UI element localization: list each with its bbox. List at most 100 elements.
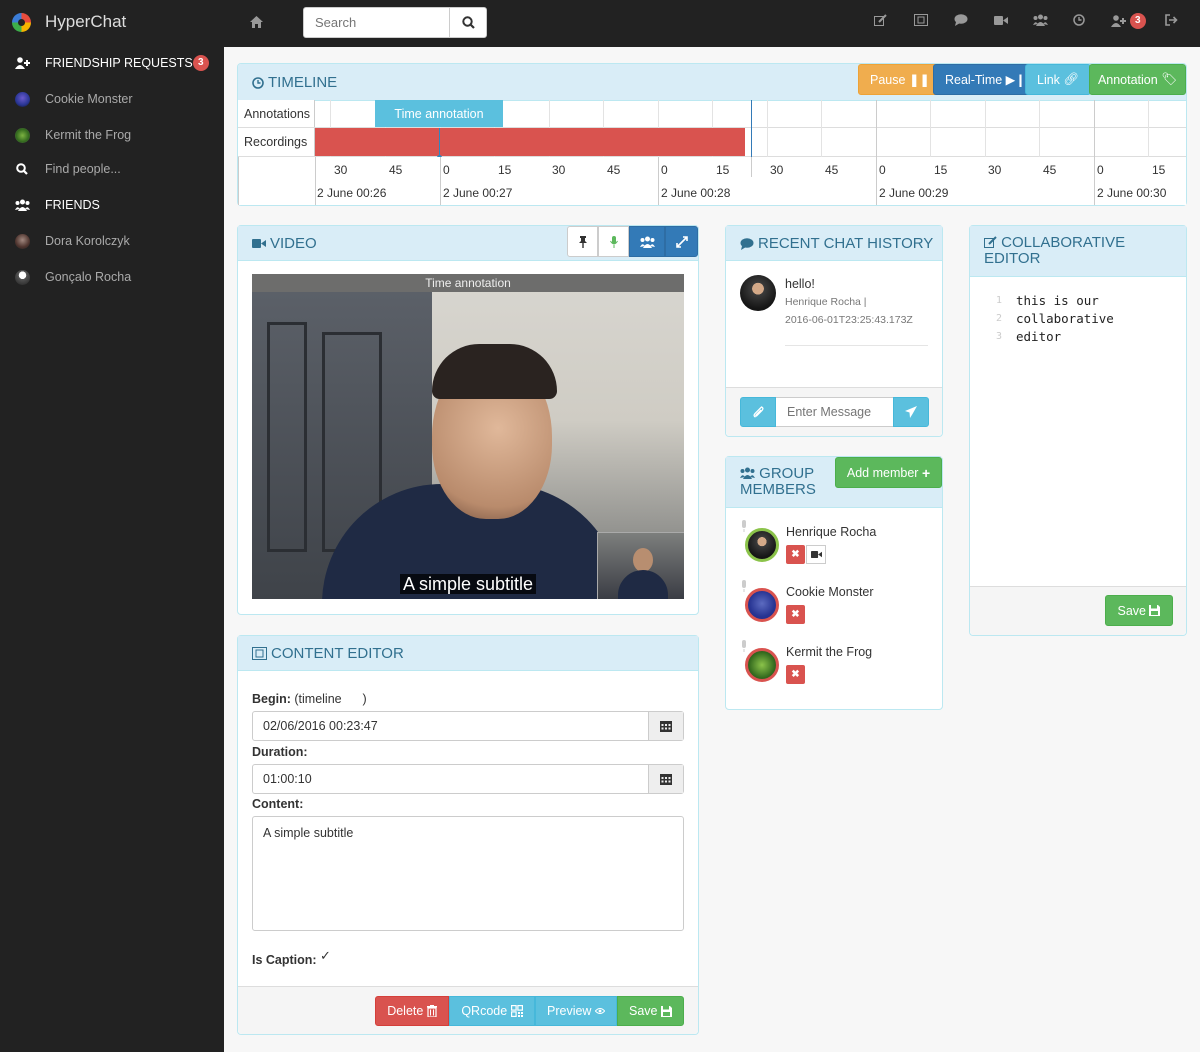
tick-label: 15 [934,163,948,177]
chat-header: RECENT CHAT HISTORY [726,226,942,261]
video-header: VIDEO [238,226,698,261]
add-member-button[interactable]: Add member + [835,457,942,488]
tick-label: 45 [825,163,839,177]
pin-button[interactable] [567,226,598,257]
realtime-button[interactable]: Real-Time ▶❙ [933,64,1038,95]
requests-badge: 3 [193,55,209,71]
link-icon: 🔗︎ [1063,72,1080,86]
preview-button[interactable]: Preview [535,996,617,1026]
pause-button[interactable]: Pause ❚❚ [858,64,942,95]
pause-icon: ❚❚ [908,73,930,87]
timeline-title: TIMELINE [268,74,338,91]
tick-label: 15 [498,163,512,177]
collab-editor-header: COLLABORATIVE EDITOR [970,226,1186,277]
annotation-button[interactable]: Annotation 🏷︎ [1089,64,1186,95]
calendar-button[interactable] [648,765,683,793]
is-caption-checkbox[interactable]: ✓ [320,948,331,964]
sidebar-item-label: Find people... [45,162,121,176]
content-editor-header: CONTENT EDITOR [238,636,698,671]
fullscreen-button[interactable] [665,226,698,257]
chat-input-group [740,397,929,427]
avatar [745,588,779,622]
sidebar-friendship-requests[interactable]: FRIENDSHIP REQUESTS 3 [0,51,224,75]
clock-icon[interactable] [1073,14,1085,29]
remove-member-button[interactable]: ✖ [786,665,805,684]
screen-icon[interactable] [914,14,928,29]
add-user-icon [1111,15,1126,27]
video-camera-icon[interactable] [994,14,1008,29]
video-subtitle: A simple subtitle [399,574,537,594]
avatar [14,127,30,143]
is-caption-label: Is Caption: [252,953,317,967]
microphone-button[interactable] [598,226,629,257]
sidebar-item-label: Cookie Monster [45,92,133,106]
duration-input[interactable]: 01:00:10 [253,765,648,793]
duration-field[interactable]: 01:00:10 [252,764,684,794]
video-camera-icon [252,239,266,248]
content-label: Content: [252,797,304,811]
friend-requests-nav[interactable]: 3 [1111,13,1146,29]
begin-input[interactable]: 02/06/2016 00:23:47 [253,712,648,740]
participants-button[interactable] [629,226,665,257]
remove-member-button[interactable]: ✖ [786,545,805,564]
sidebar-item-dora[interactable]: Dora Korolczyk [0,229,224,253]
tick-label: 15 [716,163,730,177]
avatar [14,269,30,285]
microphone-icon [740,640,748,655]
day-label: 2 June 00:27 [443,186,513,200]
begin-field[interactable]: 02/06/2016 00:23:47 [252,711,684,741]
content-textarea[interactable]: A simple subtitle [252,816,684,931]
line-number: 2 [995,313,1002,324]
content-actions: Delete QRcode Preview Save [375,996,684,1026]
attach-button[interactable] [740,397,776,427]
video-stream[interactable]: Time annotation A simple subtitle [252,274,684,599]
send-button[interactable] [893,397,929,427]
chat-message-input[interactable] [776,397,893,427]
close-icon: ✖ [791,609,800,620]
sidebar-item-goncalo[interactable]: Gonçalo Rocha [0,265,224,289]
playhead[interactable] [437,128,442,160]
tick-label: 30 [334,163,348,177]
video-camera-icon [810,550,822,559]
chat-icon[interactable] [954,14,968,29]
day-label: 2 June 00:29 [879,186,949,200]
now-marker [751,100,752,157]
line-number: 1 [995,295,1002,306]
edit-icon[interactable] [874,14,887,29]
tick-label: 45 [389,163,403,177]
chat-icon [740,237,754,250]
group-icon[interactable] [1033,14,1048,29]
code-editor[interactable]: 1 this is our 2 collaborative 3 editor [984,292,1172,582]
calendar-button[interactable] [648,712,683,740]
recording-bar[interactable] [315,128,745,156]
microphone-icon [740,520,748,535]
avatar [14,91,30,107]
close-icon: ✖ [791,549,800,560]
save-button[interactable]: Save [617,996,684,1026]
code-line: this is our [1016,293,1099,308]
sidebar-item-kermit[interactable]: Kermit the Frog [0,123,224,147]
collab-editor-panel: COLLABORATIVE EDITOR 1 this is our 2 colla… [969,225,1187,636]
sidebar-find-people[interactable]: Find people... [0,157,224,181]
tag-icon: 🏷︎ [1161,72,1178,86]
timeline-grid: Annotations Recordings Time annotation 3… [238,100,1186,205]
avatar [14,233,30,249]
calendar-icon [660,721,672,732]
link-button[interactable]: Link 🔗︎ [1025,64,1092,95]
sidebar-item-cookie-monster[interactable]: Cookie Monster [0,87,224,111]
duration-label: Duration: [252,745,308,759]
sidebar-item-label: Gonçalo Rocha [45,270,132,284]
sidebar: FRIENDSHIP REQUESTS 3 Cookie Monster Ker… [0,47,224,1052]
delete-button[interactable]: Delete [375,996,449,1026]
collab-save-button[interactable]: Save [1105,595,1173,626]
video-annotation-bar: Time annotation [252,274,684,292]
edit-icon [984,236,997,248]
remove-member-button[interactable]: ✖ [786,605,805,624]
video-panel: VIDEO Time annotation A simple subtitle [237,225,699,615]
logout-icon[interactable] [1165,14,1178,29]
screen-icon [252,647,267,660]
video-call-button[interactable] [806,545,826,564]
qrcode-button[interactable]: QRcode [449,996,535,1026]
chat-message-timestamp: 2016-06-01T23:25:43.173Z [785,314,913,326]
time-annotation-item[interactable]: Time annotation [375,100,503,127]
